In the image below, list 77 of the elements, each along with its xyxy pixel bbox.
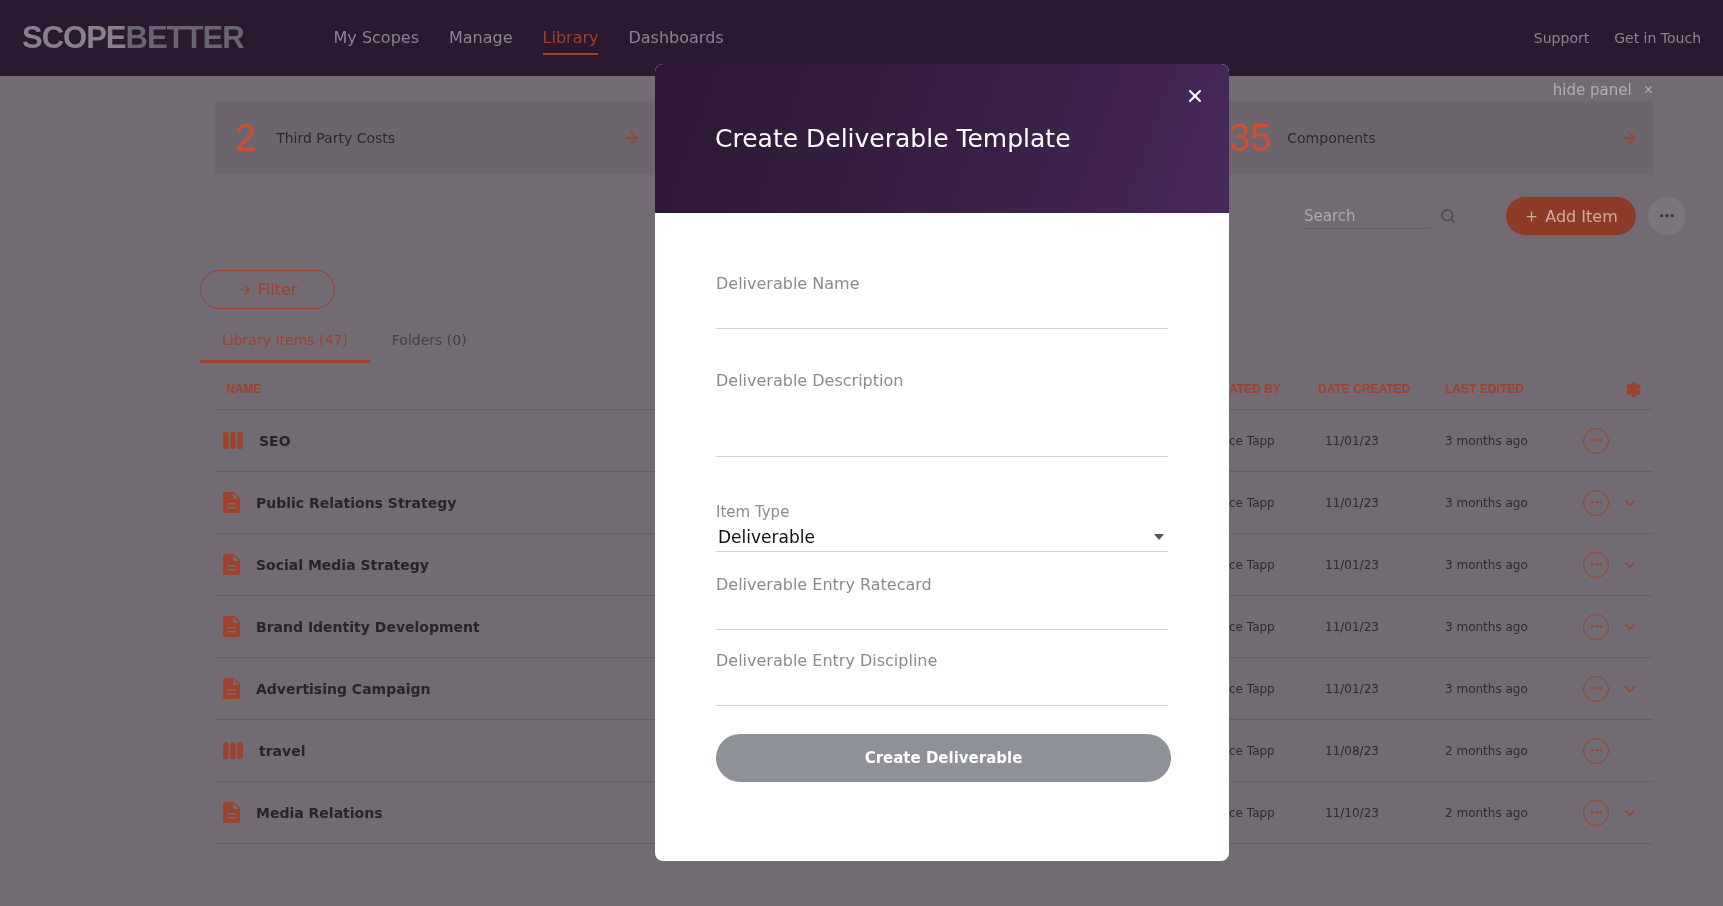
document-icon [223,802,240,823]
table-cell-text: 11/01/23 [1325,433,1380,448]
table-cell-text: 11/10/23 [1325,805,1380,820]
card-label: Third Party Costs [276,130,397,146]
summary-card[interactable]: 35 Components [1229,101,1653,175]
table-cell-text: 11/01/23 [1325,619,1380,634]
table-cell-text: 11/01/23 [1325,495,1380,510]
text-field[interactable]: Deliverable Entry Discipline [716,642,1168,706]
column-header: DATE CREATED [1318,382,1412,396]
ellipsis-icon [1590,625,1602,628]
settings-icon[interactable] [1625,380,1642,398]
table-cell-text: 11/08/23 [1325,743,1380,758]
table-cell-text: 3 months ago [1445,495,1529,510]
text-field[interactable]: Deliverable Entry Ratecard [716,566,1168,630]
ellipsis-icon [1590,563,1602,566]
table-cell-text: ce Tapp [1229,681,1276,696]
ellipsis-icon [1590,811,1602,814]
nav-link[interactable]: Manage [448,21,513,55]
column-header: LAST EDITED [1445,382,1525,396]
table-cell-text: 3 months ago [1445,681,1529,696]
column-header: ATED BY [1229,382,1282,396]
search-field[interactable]: Search [1302,203,1430,229]
nav-link[interactable]: Support [1533,30,1590,46]
summary-card[interactable]: 2 Third Party Costs [215,101,655,175]
table-cell-text: 3 months ago [1445,433,1529,448]
table-cell-text: 2 months ago [1445,805,1529,820]
nav-link[interactable]: My Scopes [333,21,419,55]
card-label: Components [1287,130,1377,146]
table-cell-text: 11/01/23 [1325,681,1380,696]
ellipsis-icon [1660,214,1674,218]
field-label: Item Type [716,503,791,521]
more-options-button[interactable] [1648,197,1686,235]
hide-panel-link[interactable]: hide panel [1552,81,1632,99]
card-count: 35 [1229,116,1272,160]
close-panel-button[interactable]: × [1643,82,1653,98]
caret-icon [1154,534,1164,540]
table-cell-text: 2 months ago [1445,743,1529,758]
table-cell-text: ce Tapp [1229,433,1276,448]
document-icon [223,554,240,575]
nav-link[interactable]: Get in Touch [1614,30,1701,46]
table-cell-text: ce Tapp [1229,619,1276,634]
columns-icon [223,742,243,759]
arrow-right-icon [237,282,252,297]
document-icon [223,492,240,513]
columns-icon [223,432,243,449]
table-cell-text: ce Tapp [1229,743,1276,758]
modal-title: Create Deliverable Template [715,124,1071,153]
item-name[interactable]: Social Media Strategy [256,556,429,573]
description-field[interactable]: Deliverable Description [716,371,1168,457]
ellipsis-icon [1590,501,1602,504]
logo[interactable]: SCOPEBETTER [22,20,244,56]
table-cell-text: ce Tapp [1229,557,1276,572]
text-field[interactable]: Deliverable Name [716,265,1168,329]
document-icon [223,678,240,699]
item-type-dropdown[interactable]: Deliverable [716,523,1168,552]
table-cell-text: ce Tapp [1229,495,1276,510]
plus-icon [1524,208,1540,224]
nav-link[interactable]: Dashboards [628,21,724,55]
add-item-button[interactable]: Add Item [1506,197,1636,235]
table-cell-text: 3 months ago [1445,619,1529,634]
item-name[interactable]: Brand Identity Development [256,618,480,635]
column-header: NAME [226,382,263,396]
table-cell-text: 11/01/23 [1325,557,1380,572]
ellipsis-icon [1590,439,1602,442]
table-cell-text: ce Tapp [1229,805,1276,820]
table-cell-text: 3 months ago [1445,557,1529,572]
ellipsis-icon [1590,687,1602,690]
item-name[interactable]: Media Relations [256,804,383,821]
search-icon[interactable] [1440,208,1456,224]
ellipsis-icon [1590,749,1602,752]
item-name[interactable]: Public Relations Strategy [256,494,457,511]
card-count: 2 [235,116,257,160]
nav-link[interactable]: Library [542,21,599,55]
item-name[interactable]: Advertising Campaign [256,680,431,697]
item-name[interactable]: SEO [259,432,291,449]
document-icon [223,616,240,637]
item-name[interactable]: travel [259,742,306,759]
